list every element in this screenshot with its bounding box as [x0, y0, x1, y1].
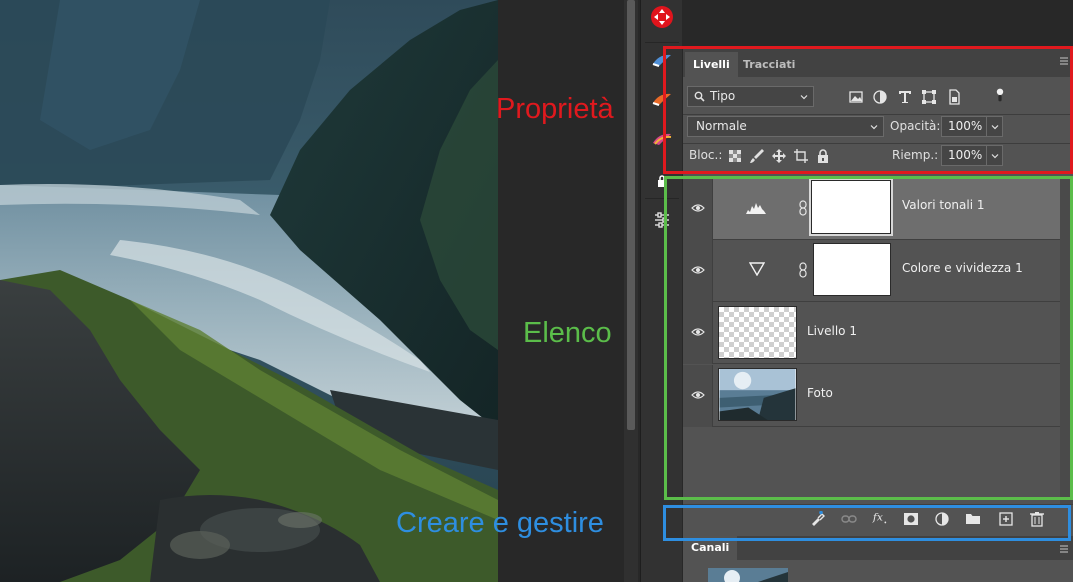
document-canvas[interactable] [0, 0, 498, 582]
chevron-down-icon [800, 95, 808, 100]
layer-mask-thumbnail[interactable] [809, 178, 893, 236]
panel-menu-icon[interactable] [1059, 56, 1069, 66]
lock-artboard-icon[interactable] [793, 148, 809, 164]
layer-style-fx-icon[interactable]: fx [872, 510, 888, 526]
layer-name[interactable]: Colore e vividezza 1 [902, 261, 1023, 275]
manage-annotation: Creare e gestire [396, 507, 604, 539]
lock-row: Bloc.: Riemp.: 100% [683, 143, 1073, 172]
layer-name[interactable]: Valori tonali 1 [902, 198, 985, 212]
fill-label: Riemp.: [892, 148, 939, 162]
tab-channels[interactable]: Canali [683, 536, 738, 560]
clone-source-icon[interactable] [647, 124, 677, 154]
lock-image-pixels-icon[interactable] [749, 148, 765, 164]
fill-dropdown[interactable] [986, 145, 1003, 166]
blend-row: Normale Opacità: 100% [683, 114, 1073, 143]
brush-settings-icon[interactable] [647, 84, 677, 114]
panel-dock [640, 0, 682, 582]
channels-panel: Canali [683, 536, 1073, 582]
lock-position-icon[interactable] [771, 148, 787, 164]
trash-icon[interactable] [1029, 511, 1045, 527]
brush-preset-icon[interactable] [647, 45, 677, 75]
channels-list [683, 560, 1073, 582]
eye-icon [691, 328, 705, 336]
layer-row[interactable]: Valori tonali 1 [683, 178, 1060, 240]
workspace-background [498, 0, 624, 582]
link-icon[interactable] [798, 200, 808, 216]
properties-sliders-icon[interactable] [647, 205, 677, 235]
channels-panel-menu-icon[interactable] [1059, 544, 1069, 554]
visibility-toggle[interactable] [683, 365, 713, 427]
layer-thumbnail[interactable] [718, 306, 797, 359]
layer-name[interactable]: Foto [807, 386, 833, 400]
type-layer-filter-icon[interactable] [897, 89, 913, 105]
opacity-label: Opacità: [890, 119, 941, 133]
canvas-scroll-thumb[interactable] [627, 0, 635, 430]
adjustments-mode-icon[interactable] [647, 2, 677, 32]
layer-name[interactable]: Livello 1 [807, 324, 857, 338]
filter-row: Tipo [683, 84, 1073, 113]
chevron-down-icon [991, 154, 999, 159]
new-group-folder-icon[interactable] [965, 511, 981, 527]
filter-type-value: Tipo [710, 89, 736, 103]
layer-row[interactable]: Livello 1 [683, 302, 1060, 364]
blend-mode-value: Normale [696, 119, 747, 133]
new-layer-icon[interactable] [998, 511, 1014, 527]
layer-row[interactable]: Foto [683, 365, 1060, 427]
eye-icon [691, 266, 705, 274]
eye-icon [691, 204, 705, 212]
cleanup-brush-icon[interactable] [809, 511, 825, 527]
list-annotation: Elenco [523, 317, 612, 349]
svg-text:fx: fx [872, 511, 883, 524]
opacity-field[interactable]: 100% [941, 116, 1003, 137]
layers-action-bar: fx [683, 504, 1073, 532]
eye-icon [691, 391, 705, 399]
lock-transparency-icon[interactable] [727, 148, 743, 164]
tab-layers[interactable]: Livelli [685, 52, 738, 77]
shape-layer-filter-icon[interactable] [921, 89, 937, 105]
landscape-photo [0, 0, 498, 582]
lock-label: Bloc.: [689, 148, 723, 162]
adjustment-layer-filter-icon[interactable] [872, 89, 888, 105]
layer-row[interactable]: Colore e vividezza 1 [683, 240, 1060, 302]
chevron-down-icon [870, 125, 878, 130]
filter-type-select[interactable]: Tipo [687, 86, 814, 107]
blend-mode-select[interactable]: Normale [687, 116, 884, 137]
opacity-dropdown[interactable] [986, 116, 1003, 137]
fill-value: 100% [948, 148, 983, 162]
layer-mask-thumbnail[interactable] [813, 243, 891, 296]
link-layers-icon[interactable] [841, 511, 857, 527]
layers-panel-tabbar: Livelli Tracciati [683, 48, 1073, 77]
layers-scrollbar[interactable] [1060, 178, 1073, 504]
new-adjustment-layer-icon[interactable] [934, 511, 950, 527]
photo-layer-thumbnail[interactable] [718, 368, 797, 421]
link-icon[interactable] [798, 262, 808, 278]
search-icon [694, 91, 705, 102]
layers-panel: Livelli Tracciati Tipo Normale Opacità: … [683, 48, 1073, 582]
add-mask-icon[interactable] [903, 511, 919, 527]
photoshop-window: Livelli Tracciati Tipo Normale Opacità: … [0, 0, 1073, 582]
lock-panel-icon[interactable] [647, 166, 677, 196]
visibility-toggle[interactable] [683, 302, 713, 364]
vibrance-adjustment-icon [749, 262, 765, 276]
channel-thumbnail[interactable] [708, 568, 788, 582]
visibility-toggle[interactable] [683, 240, 713, 302]
canvas-scrollbar[interactable] [624, 0, 638, 582]
lock-all-icon[interactable] [815, 148, 831, 164]
visibility-toggle[interactable] [683, 178, 713, 240]
filter-toggle-icon[interactable] [992, 87, 1008, 103]
chevron-down-icon [991, 125, 999, 130]
tab-paths[interactable]: Tracciati [735, 52, 803, 77]
properties-annotation: Proprietà [496, 93, 614, 125]
fill-field[interactable]: 100% [941, 145, 1003, 166]
pixel-layer-filter-icon[interactable] [848, 89, 864, 105]
opacity-value: 100% [948, 119, 983, 133]
smart-object-filter-icon[interactable] [946, 89, 962, 105]
levels-adjustment-icon [746, 203, 766, 214]
